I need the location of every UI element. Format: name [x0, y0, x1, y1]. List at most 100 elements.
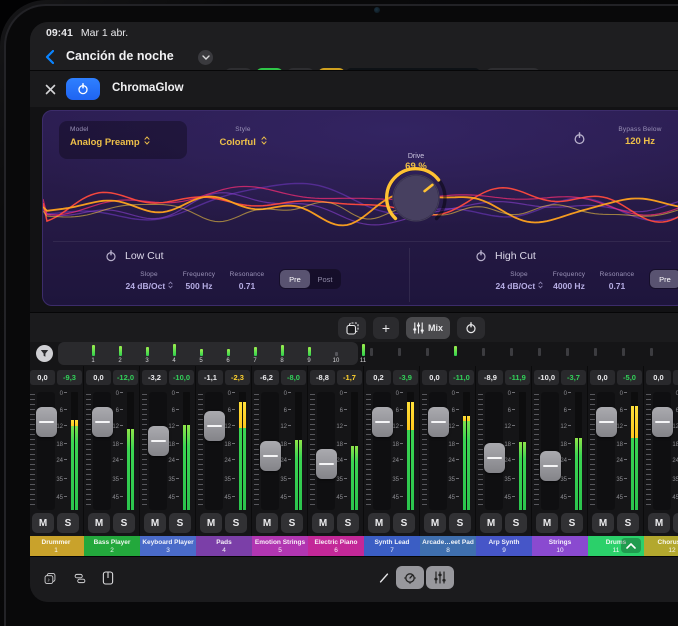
mute-button[interactable]: M [200, 513, 222, 533]
fader-handle[interactable] [596, 407, 617, 437]
high-cut-pre-post-toggle[interactable]: Pre Post [649, 269, 678, 289]
fader-handle[interactable] [484, 443, 505, 473]
mute-button[interactable]: M [480, 513, 502, 533]
fader-handle[interactable] [316, 449, 337, 479]
track-label[interactable]: Drummer 1 [30, 536, 84, 556]
fader-handle[interactable] [204, 411, 225, 441]
track-label[interactable]: Strings 10 [532, 536, 588, 556]
peak-display[interactable]: -1,7 [337, 370, 362, 385]
high-cut-frequency[interactable]: Frequency 4000 Hz [541, 271, 597, 291]
fader-track[interactable] [205, 392, 223, 510]
track-label[interactable]: Keyboard Player 3 [140, 536, 196, 556]
style-selector[interactable]: Style Colorful [201, 126, 285, 148]
peak-display[interactable]: -8,0 [281, 370, 306, 385]
volume-display[interactable]: 0,0 [30, 370, 55, 385]
mixer-power-button[interactable] [457, 317, 485, 339]
peak-display[interactable]: -3,7 [561, 370, 586, 385]
volume-display[interactable]: -8,8 [310, 370, 335, 385]
solo-button[interactable]: S [393, 513, 415, 533]
pre-segment[interactable]: Pre [280, 270, 310, 288]
peak-display[interactable]: -5,0 [617, 370, 642, 385]
drive-knob[interactable] [380, 162, 452, 234]
collapse-button[interactable] [621, 538, 641, 553]
volume-display[interactable]: 0,0 [86, 370, 111, 385]
track-label[interactable]: Synth Lead 7 [364, 536, 420, 556]
solo-button[interactable]: S [281, 513, 303, 533]
solo-button[interactable]: S [561, 513, 583, 533]
project-menu-button[interactable] [198, 50, 213, 65]
low-cut-resonance[interactable]: Resonance 0.71 [221, 271, 273, 291]
mute-button[interactable]: M [88, 513, 110, 533]
solo-button[interactable]: S [57, 513, 79, 533]
bypass-power-icon[interactable] [573, 132, 586, 145]
volume-display[interactable]: -1,1 [198, 370, 223, 385]
fader-handle[interactable] [652, 407, 673, 437]
plugin-power-button[interactable] [66, 78, 100, 100]
volume-display[interactable]: 0,0 [422, 370, 447, 385]
solo-button[interactable]: S [337, 513, 359, 533]
fader-handle[interactable] [36, 407, 57, 437]
peak-display[interactable]: -10,0 [169, 370, 194, 385]
post-segment[interactable]: Post [310, 270, 340, 288]
mute-button[interactable]: M [368, 513, 390, 533]
loops-browser-button[interactable]: ♪ [38, 566, 62, 590]
mute-button[interactable]: M [424, 513, 446, 533]
high-cut-power-icon[interactable] [475, 250, 487, 262]
track-label[interactable]: Pads 4 [196, 536, 252, 556]
model-selector[interactable]: Model Analog Preamp [59, 121, 187, 159]
peak-display[interactable] [673, 370, 678, 385]
solo-button[interactable]: S [449, 513, 471, 533]
fader-handle[interactable] [148, 426, 169, 456]
track-label[interactable]: Emotion Strings 5 [252, 536, 308, 556]
peak-display[interactable]: -9,3 [57, 370, 82, 385]
solo-button[interactable]: S [673, 513, 678, 533]
play-surface-button[interactable] [96, 566, 120, 590]
bypass-below-control[interactable]: Bypass Below 120 Hz [595, 126, 678, 147]
solo-button[interactable]: S [505, 513, 527, 533]
peak-display[interactable]: -3,9 [393, 370, 418, 385]
track-label[interactable]: Chorus V 12 [644, 536, 678, 556]
mix-view-button[interactable]: Mix [406, 317, 450, 339]
track-label[interactable]: Arp Synth 9 [476, 536, 532, 556]
peak-display[interactable]: -11,9 [505, 370, 530, 385]
track-label[interactable]: Electric Piano 6 [308, 536, 364, 556]
volume-display[interactable]: -3,2 [142, 370, 167, 385]
fader-handle[interactable] [92, 407, 113, 437]
fader-handle[interactable] [428, 407, 449, 437]
mute-button[interactable]: M [256, 513, 278, 533]
peak-display[interactable]: -11,0 [449, 370, 474, 385]
low-cut-frequency[interactable]: Frequency 500 Hz [171, 271, 227, 291]
browser-button[interactable] [68, 566, 92, 590]
solo-button[interactable]: S [169, 513, 191, 533]
low-cut-pre-post-toggle[interactable]: Pre Post [279, 269, 341, 289]
close-plugin-button[interactable] [42, 81, 58, 97]
fader-handle[interactable] [540, 451, 561, 481]
mute-button[interactable]: M [648, 513, 670, 533]
mixer-view-button[interactable] [426, 566, 454, 589]
project-title[interactable]: Canción de noche [66, 49, 174, 63]
volume-display[interactable]: -10,0 [534, 370, 559, 385]
volume-display[interactable]: -6,2 [254, 370, 279, 385]
low-cut-power-icon[interactable] [105, 250, 117, 262]
channel-components-button[interactable] [338, 317, 366, 339]
fader-handle[interactable] [260, 441, 281, 471]
add-track-button[interactable]: + [373, 317, 399, 339]
track-label[interactable]: Drums 11 [588, 536, 644, 556]
volume-display[interactable]: -8,9 [478, 370, 503, 385]
peak-display[interactable]: -2,3 [225, 370, 250, 385]
track-label[interactable]: Bass Player 2 [84, 536, 140, 556]
mute-button[interactable]: M [144, 513, 166, 533]
fader-handle[interactable] [372, 407, 393, 437]
mute-button[interactable]: M [592, 513, 614, 533]
solo-button[interactable]: S [617, 513, 639, 533]
solo-button[interactable]: S [113, 513, 135, 533]
mute-button[interactable]: M [536, 513, 558, 533]
pre-segment[interactable]: Pre [650, 270, 678, 288]
back-button[interactable] [40, 48, 58, 66]
volume-display[interactable]: 0,0 [590, 370, 615, 385]
high-cut-resonance[interactable]: Resonance 0.71 [591, 271, 643, 291]
edit-tool-button[interactable] [372, 566, 396, 590]
volume-display[interactable]: 0,2 [366, 370, 391, 385]
solo-button[interactable]: S [225, 513, 247, 533]
peak-display[interactable]: -12,0 [113, 370, 138, 385]
